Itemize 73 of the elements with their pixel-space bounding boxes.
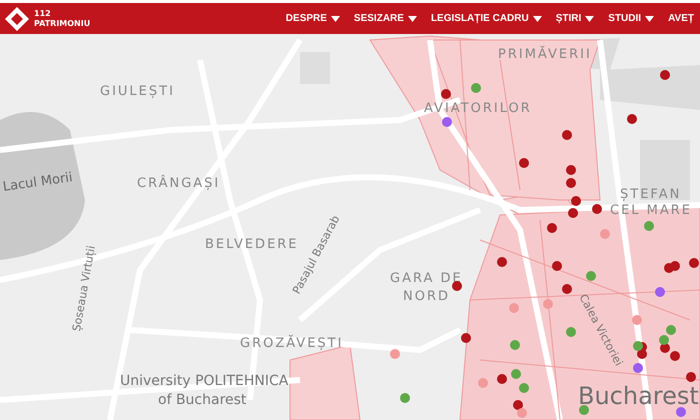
map-label: Bucharest — [578, 382, 699, 410]
map-label: BELVEDERE — [205, 237, 299, 252]
map-marker[interactable] — [571, 196, 581, 206]
map-marker[interactable] — [579, 405, 589, 415]
map-label: CEL MARE — [610, 203, 692, 218]
map-marker[interactable] — [510, 340, 520, 350]
map-marker[interactable] — [511, 369, 521, 379]
map-marker[interactable] — [644, 221, 654, 231]
map-label: University POLITEHNICA — [120, 373, 288, 389]
map-marker[interactable] — [478, 378, 488, 388]
nav-link[interactable]: DESPRE — [278, 13, 346, 24]
map-marker[interactable] — [390, 349, 400, 359]
nav-link[interactable]: LEGISLAȚIE CADRU — [422, 13, 548, 24]
map-marker[interactable] — [633, 363, 643, 373]
map-marker[interactable] — [513, 400, 523, 410]
map-marker[interactable] — [627, 114, 637, 124]
map-marker[interactable] — [517, 408, 527, 418]
map-marker[interactable] — [441, 89, 451, 99]
map-label: of Bucharest — [158, 392, 246, 408]
caret-icon — [645, 16, 654, 22]
map-label: NORD — [403, 289, 450, 304]
map-marker[interactable] — [461, 333, 471, 343]
caret-icon — [408, 16, 417, 22]
caret-icon — [330, 16, 340, 22]
caret-icon — [585, 16, 594, 22]
map-marker[interactable] — [659, 335, 669, 345]
map-label: ȘTEFAN — [620, 187, 682, 202]
caret-icon — [532, 16, 542, 22]
map-label: Șoseaua Virtuții — [70, 244, 98, 332]
map-marker[interactable] — [566, 178, 576, 188]
map-label: GIULEȘTI — [100, 84, 175, 99]
map-marker[interactable] — [562, 130, 572, 140]
map-marker[interactable] — [686, 372, 696, 382]
diamond-logo-icon — [4, 6, 30, 32]
map-marker[interactable] — [592, 204, 602, 214]
map-label: GARA DE — [390, 271, 463, 286]
map-marker[interactable] — [547, 223, 557, 233]
map-label: Lacul Morii — [2, 170, 74, 195]
map-marker[interactable] — [442, 117, 452, 127]
map-marker[interactable] — [566, 165, 576, 175]
map-marker[interactable] — [452, 281, 462, 291]
nav-link[interactable]: STUDII — [600, 13, 660, 24]
map-marker[interactable] — [670, 351, 680, 361]
logo-text: PATRIMONIU — [34, 18, 90, 28]
nav-link[interactable]: AVEȚ — [660, 13, 700, 24]
map-marker[interactable] — [689, 258, 699, 268]
map-marker[interactable] — [566, 327, 576, 337]
map-label: CRÂNGAȘI — [137, 176, 220, 191]
map-marker[interactable] — [632, 315, 642, 325]
map-marker[interactable] — [670, 261, 680, 271]
map-marker[interactable] — [543, 299, 553, 309]
map-marker[interactable] — [586, 271, 596, 281]
nav-link[interactable]: ȘTIRI — [548, 13, 600, 24]
map-marker[interactable] — [509, 303, 519, 313]
map-marker[interactable] — [471, 83, 481, 93]
map-marker[interactable] — [400, 393, 410, 403]
map-marker[interactable] — [562, 284, 572, 294]
map-label: PRIMĂVERII — [498, 47, 592, 62]
map-label: GROZĂVEȘTI — [240, 336, 344, 351]
map-marker[interactable] — [676, 407, 686, 417]
map-marker[interactable] — [497, 257, 507, 267]
map-marker[interactable] — [600, 229, 610, 239]
map-label: AVIATORILOR — [424, 101, 532, 116]
map-marker[interactable] — [655, 287, 665, 297]
map-marker[interactable] — [666, 325, 676, 335]
map-marker[interactable] — [568, 208, 578, 218]
map-marker[interactable] — [497, 374, 507, 384]
map-marker[interactable] — [660, 70, 670, 80]
map-marker[interactable] — [519, 158, 529, 168]
logo-text: 112 — [34, 8, 52, 18]
nav-link[interactable]: SESIZARE — [346, 13, 423, 24]
map-marker[interactable] — [552, 261, 562, 271]
map-marker[interactable] — [519, 383, 529, 393]
